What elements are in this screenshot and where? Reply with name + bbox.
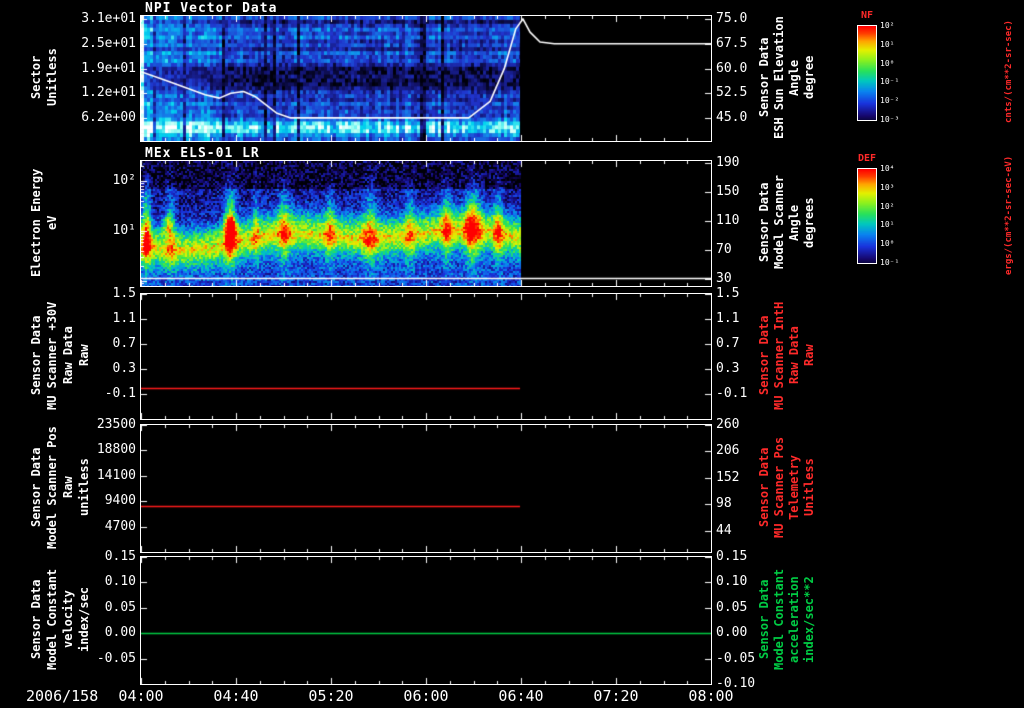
x-tick-label: 07:20	[593, 687, 639, 705]
y-axis-right-label-npi: Angle	[787, 59, 801, 96]
y-axis-label-scanner-pos: Model Scanner Pos	[45, 426, 59, 549]
colorbar-gradient-def	[857, 168, 877, 264]
y-axis-label-model-constant: index/sec	[77, 586, 91, 653]
npi-spectrogram-canvas	[141, 16, 711, 141]
colorbar-unit: cnts/(cm**2-sr-sec)	[1004, 20, 1014, 124]
x-tick-label: 04:40	[213, 687, 259, 705]
x-tick-label: 04:00	[118, 687, 164, 705]
y-axis-label-els: Electron Energy	[29, 168, 43, 277]
y-axis-label-mu-30v: Raw Data	[61, 326, 75, 385]
y-tick-left-npi: 3.1e+01	[81, 11, 136, 26]
panel-title-npi: NPI Vector Data	[145, 1, 278, 16]
colorbar-tick: 10²	[880, 201, 895, 211]
y-tick-left-els: 10¹	[112, 223, 136, 238]
colorbar-tick: 10⁻¹	[880, 77, 900, 87]
y-tick-left-npi: 2.5e+01	[81, 35, 136, 51]
colorbar-gradient-nf	[857, 25, 877, 121]
y-axis-right-label-mu-30v: Sensor Data	[757, 315, 771, 396]
y-axis-label-scanner-pos: Raw	[61, 476, 75, 499]
y-axis-label-npi: Unitless	[45, 48, 59, 107]
panel-model-constant-line	[140, 556, 712, 685]
colorbar-tick: 10³	[880, 182, 895, 192]
y-axis-label-model-constant: Sensor Data	[29, 579, 43, 660]
colorbar-tick: 10⁰	[880, 58, 895, 68]
y-axis-right-label-model-constant: acceleration	[787, 576, 801, 663]
y-axis-label-model-constant: Model Constant	[45, 568, 59, 671]
y-axis-right-label-model-constant: index/sec**2	[802, 576, 816, 663]
y-tick-left-npi: 1.9e+01	[81, 60, 136, 76]
y-axis-right-label-model-constant: Sensor Data	[757, 579, 771, 660]
y-axis-right-label-mu-30v: Raw	[802, 344, 816, 367]
y-axis-right-label-mu-30v: Raw Data	[787, 326, 801, 385]
colorbar-title-def: DEF	[857, 153, 877, 164]
y-axis-right-label-els: Angle	[787, 204, 801, 241]
panel-els-spectrogram	[140, 160, 712, 287]
y-axis-right-label-scanner-pos: Telemetry	[787, 454, 801, 521]
y-axis-right-label-model-constant: Model Constant	[772, 568, 786, 671]
panel-scanner-pos-line	[140, 424, 712, 553]
y-axis-right-label-els: degrees	[802, 197, 816, 248]
colorbar-unit: ergs/(cm**2-sr-sec-eV)	[1004, 155, 1014, 275]
colorbar-tick: 10⁻¹	[880, 258, 900, 267]
colorbar-tick: 10⁻³	[880, 115, 900, 124]
date-label: 2006/158	[26, 687, 99, 705]
y-tick-left-els: 10²	[112, 173, 136, 188]
y-axis-right-label-npi: degree	[802, 55, 816, 100]
y-axis-label-scanner-pos: unitless	[77, 458, 91, 517]
colorbar-title-nf: NF	[860, 10, 874, 21]
y-axis-right-label-els: Sensor Data	[757, 182, 771, 263]
colorbar-tick: 10²	[880, 21, 895, 30]
colorbar-tick: 10¹	[880, 220, 895, 230]
y-tick-left-npi: 6.2e+00	[81, 110, 136, 125]
y-axis-label-mu-30v: Sensor Data	[29, 315, 43, 396]
y-tick-left-npi: 1.2e+01	[81, 85, 136, 101]
y-axis-label-mu-30v: Raw	[77, 344, 91, 367]
y-axis-label-model-constant: velocity	[61, 590, 75, 649]
colorbar-tick: 10⁰	[880, 239, 895, 249]
x-tick-label: 06:00	[403, 687, 449, 705]
panel-mu-30v-line	[140, 293, 712, 420]
y-axis-right-label-npi: Sensor Data	[757, 37, 771, 118]
y-axis-right-label-scanner-pos: MU Scanner Pos	[772, 436, 786, 539]
scanner-pos-line-canvas	[141, 425, 711, 552]
x-tick-label: 05:20	[308, 687, 354, 705]
mu-30v-line-canvas	[141, 294, 711, 419]
y-axis-right-label-npi: ESH Sun Elevation	[772, 16, 786, 139]
tplot-figure: NPI Vector Data MEx ELS-01 LR 3.1e+01 2.5…	[0, 0, 1024, 708]
colorbar-tick: 10⁴	[880, 164, 895, 173]
panel-npi-spectrogram	[140, 15, 712, 142]
els-spectrogram-canvas	[141, 161, 711, 286]
y-axis-right-label-els: Model Scanner	[772, 175, 786, 270]
y-axis-right-label-mu-30v: MU Scanner IntH	[772, 301, 786, 410]
panel-title-els: MEx ELS-01 LR	[145, 146, 260, 161]
y-axis-label-scanner-pos: Sensor Data	[29, 447, 43, 528]
x-tick-label: 06:40	[498, 687, 544, 705]
model-constant-line-canvas	[141, 557, 711, 684]
colorbar-tick: 10¹	[880, 39, 895, 49]
y-axis-label-mu-30v: MU Scanner +30V	[45, 301, 59, 410]
y-axis-right-label-scanner-pos: Unitless	[802, 458, 816, 517]
y-axis-label-npi: Sector	[29, 55, 43, 100]
x-tick-label: 08:00	[688, 687, 734, 705]
colorbar-tick: 10⁻²	[880, 96, 900, 106]
y-axis-label-els: eV	[45, 215, 59, 230]
y-axis-right-label-scanner-pos: Sensor Data	[757, 447, 771, 528]
